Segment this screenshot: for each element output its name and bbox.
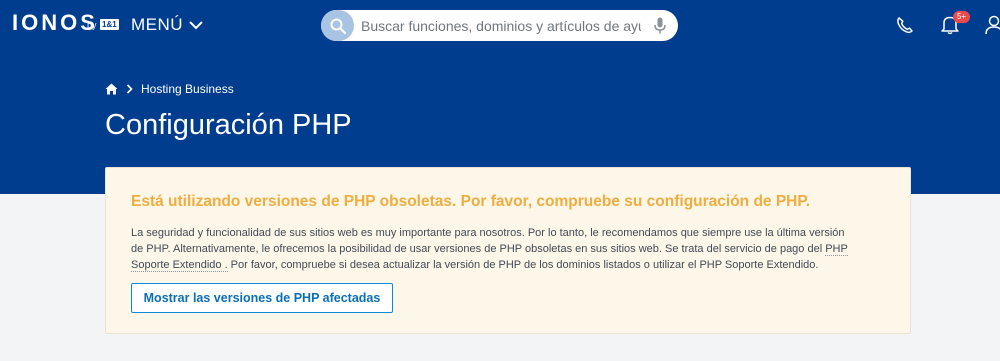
php-extended-support-link-part-2[interactable]: Soporte Extendido .: [131, 259, 228, 272]
microphone-icon[interactable]: [654, 17, 666, 34]
show-affected-php-versions-button[interactable]: Mostrar las versiones de PHP afectadas: [131, 283, 393, 313]
alert-body-line-3: Soporte Extendido . Por favor, compruebe…: [131, 257, 891, 273]
alert-body-line-2: de PHP. Alternativamente, le ofrecemos l…: [131, 241, 891, 257]
breadcrumb: Hosting Business: [105, 81, 234, 97]
search-button[interactable]: [321, 10, 354, 41]
menu-button[interactable]: MENÚ: [131, 14, 203, 36]
logo-by-text: by: [87, 20, 97, 30]
alert-body: La seguridad y funcionalidad de sus siti…: [131, 225, 891, 273]
phone-icon[interactable]: [895, 15, 915, 35]
search-icon: [330, 18, 346, 34]
user-icon[interactable]: [985, 15, 1000, 35]
chevron-right-icon: [126, 84, 133, 94]
menu-label: MENÚ: [131, 15, 184, 34]
alert-body-line-1: La seguridad y funcionalidad de sus siti…: [131, 227, 845, 239]
ionos-logo[interactable]: IONOS: [12, 11, 98, 35]
outdated-php-alert: Está utilizando versiones de PHP obsolet…: [105, 167, 911, 334]
logo-partner-badge: 1&1: [100, 19, 119, 30]
page-title: Configuración PHP: [105, 109, 352, 141]
chevron-down-icon: [189, 21, 203, 30]
search-bar: [321, 10, 678, 41]
alert-title: Está utilizando versiones de PHP obsolet…: [131, 193, 811, 210]
notification-badge: 5+: [953, 11, 970, 23]
php-extended-support-link-part-1[interactable]: PHP: [825, 243, 848, 256]
alert-body-line-2-text: de PHP. Alternativamente, le ofrecemos l…: [131, 243, 826, 255]
top-navigation-bar: IONOS by 1&1 MENÚ 5+: [0, 0, 1000, 51]
breadcrumb-item-hosting-business[interactable]: Hosting Business: [141, 81, 234, 97]
alert-body-line-3-text: Por favor, compruebe si desea actualizar…: [227, 259, 819, 271]
search-input[interactable]: [361, 10, 641, 41]
home-icon[interactable]: [105, 83, 118, 95]
